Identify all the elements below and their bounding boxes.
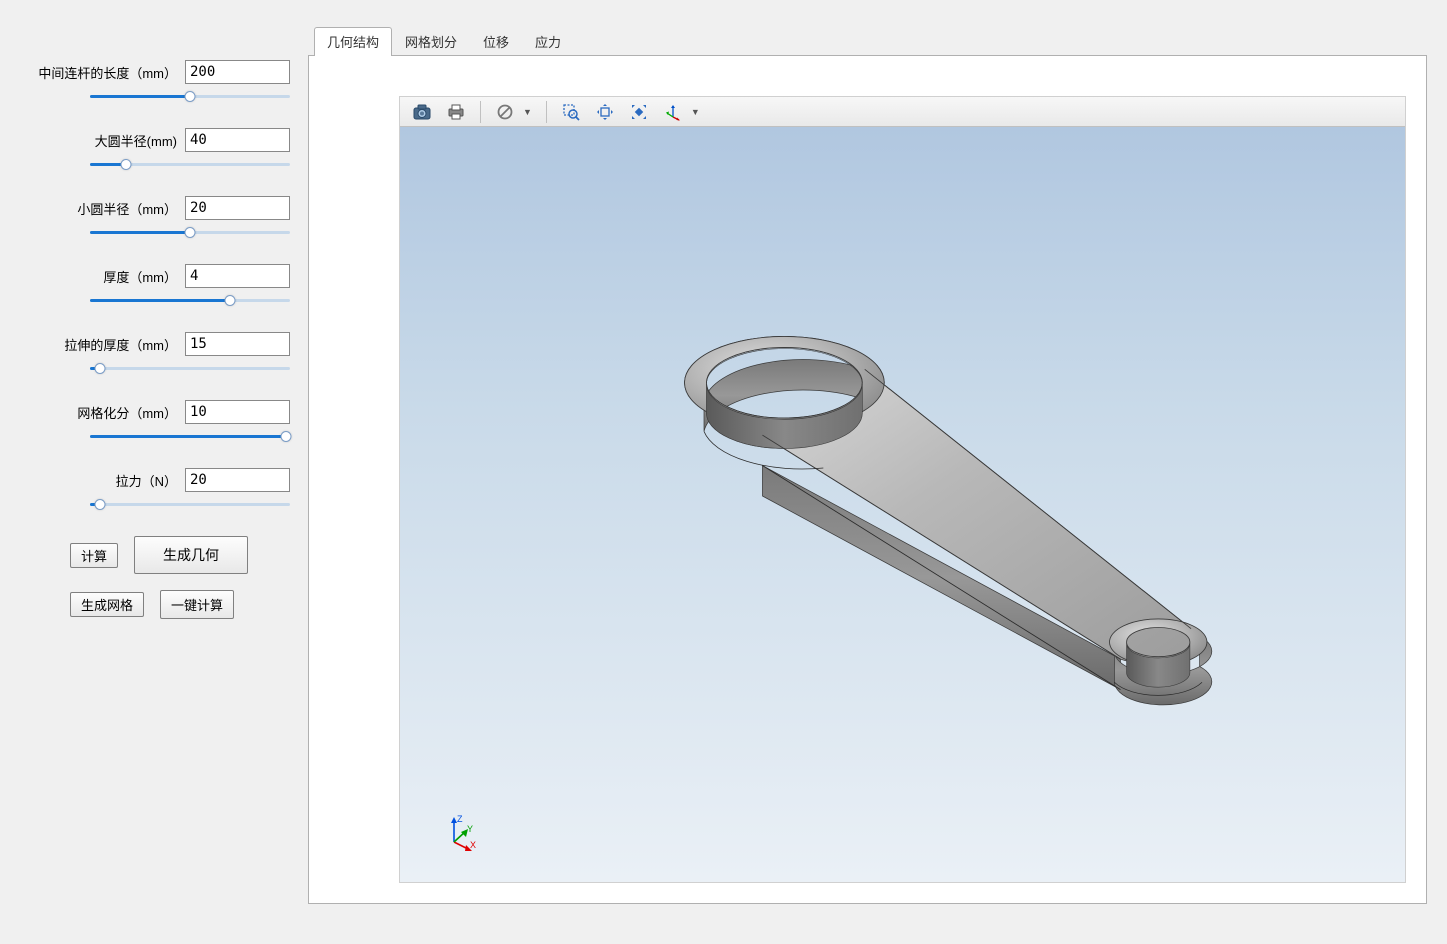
3d-viewport[interactable]: Z X Y: [400, 127, 1405, 882]
param-input[interactable]: [185, 400, 290, 424]
viewer-container: ▼ ▼: [399, 96, 1406, 883]
param-slider[interactable]: [90, 90, 290, 104]
param-row: 小圆半径（mm）: [70, 196, 290, 240]
param-row: 网格化分（mm）: [70, 400, 290, 444]
param-row: 厚度（mm）: [70, 264, 290, 308]
param-slider[interactable]: [90, 294, 290, 308]
axis-indicator: Z X Y: [440, 812, 480, 852]
generate-mesh-button[interactable]: 生成网格: [70, 592, 144, 617]
param-input[interactable]: [185, 332, 290, 356]
svg-text:Z: Z: [457, 814, 463, 824]
part-render: [400, 127, 1405, 882]
param-label: 中间连杆的长度（mm）: [38, 63, 177, 82]
one-click-compute-button[interactable]: 一键计算: [160, 590, 234, 619]
param-row: 拉伸的厚度（mm）: [70, 332, 290, 376]
param-label: 拉力（N）: [116, 471, 177, 490]
tab-content: ▼ ▼: [308, 55, 1427, 904]
param-slider[interactable]: [90, 430, 290, 444]
tab[interactable]: 位移: [470, 27, 522, 56]
print-icon[interactable]: [442, 99, 470, 125]
block-icon[interactable]: [491, 99, 519, 125]
camera-icon[interactable]: [408, 99, 436, 125]
param-input[interactable]: [185, 128, 290, 152]
param-label: 大圆半径(mm): [95, 131, 177, 150]
axis-rotate-icon[interactable]: [659, 99, 687, 125]
param-label: 小圆半径（mm）: [77, 199, 177, 218]
viewer-toolbar: ▼ ▼: [400, 97, 1405, 127]
tab[interactable]: 应力: [522, 27, 574, 56]
param-label: 网格化分（mm）: [77, 403, 177, 422]
parameters-panel: 中间连杆的长度（mm） 大圆半径(mm) 小圆半径（mm） 厚度（mm） 拉伸的厚度（m…: [20, 30, 300, 904]
app-window: 中间连杆的长度（mm） 大圆半径(mm) 小圆半径（mm） 厚度（mm） 拉伸的厚度（m…: [0, 0, 1447, 944]
tab[interactable]: 几何结构: [314, 27, 392, 56]
chevron-down-icon[interactable]: ▼: [691, 107, 700, 117]
chevron-down-icon[interactable]: ▼: [523, 107, 532, 117]
param-row: 拉力（N）: [70, 468, 290, 512]
param-slider[interactable]: [90, 158, 290, 172]
tab-bar: 几何结构网格划分位移应力: [308, 30, 1427, 56]
generate-geometry-button[interactable]: 生成几何: [134, 536, 248, 574]
param-slider[interactable]: [90, 226, 290, 240]
fit-icon[interactable]: [625, 99, 653, 125]
zoom-area-icon[interactable]: [557, 99, 585, 125]
param-input[interactable]: [185, 468, 290, 492]
svg-text:X: X: [470, 840, 476, 850]
param-input[interactable]: [185, 264, 290, 288]
param-row: 大圆半径(mm): [70, 128, 290, 172]
pan-icon[interactable]: [591, 99, 619, 125]
compute-button[interactable]: 计算: [70, 543, 118, 568]
param-input[interactable]: [185, 196, 290, 220]
param-row: 中间连杆的长度（mm）: [70, 60, 290, 104]
param-slider[interactable]: [90, 498, 290, 512]
param-input[interactable]: [185, 60, 290, 84]
param-slider[interactable]: [90, 362, 290, 376]
tab[interactable]: 网格划分: [392, 27, 470, 56]
svg-text:Y: Y: [467, 824, 473, 834]
param-label: 拉伸的厚度（mm）: [64, 335, 177, 354]
param-label: 厚度（mm）: [103, 267, 177, 286]
right-panel: 几何结构网格划分位移应力 ▼: [308, 30, 1427, 904]
